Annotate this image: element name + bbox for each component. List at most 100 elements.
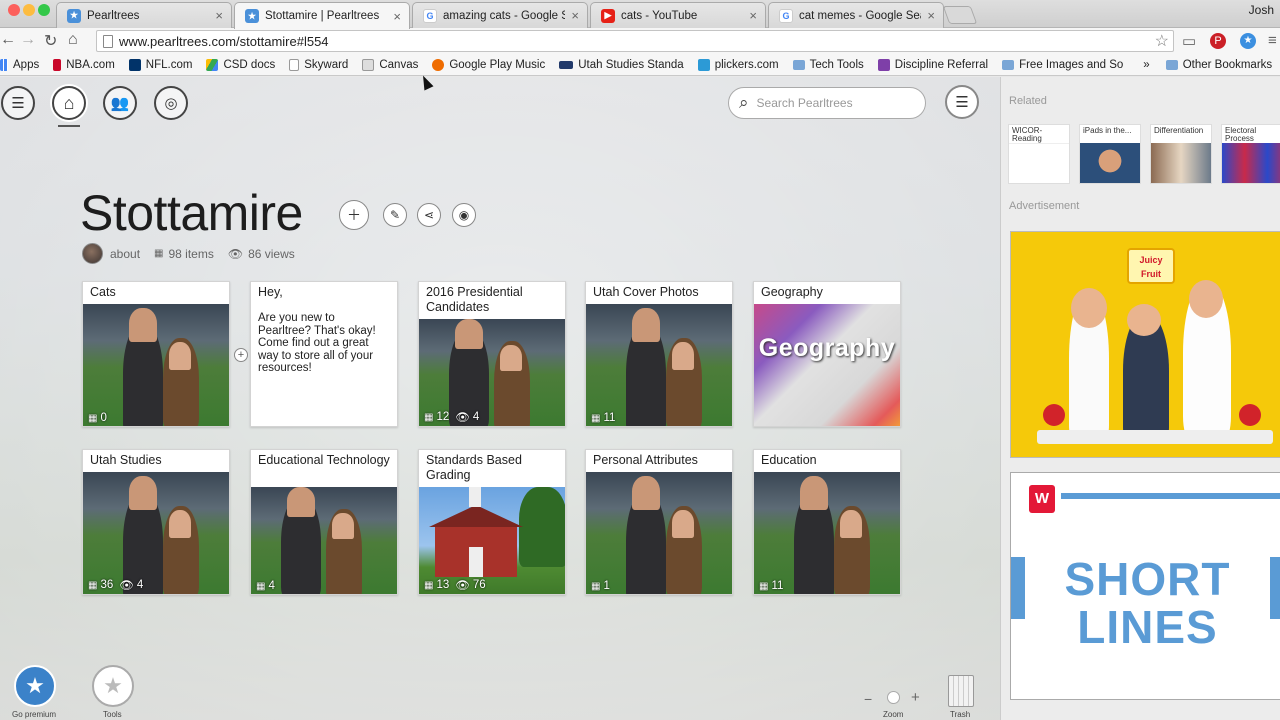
bookmark-label: Discipline Referral (894, 58, 989, 71)
people-button[interactable]: 👥 (103, 86, 137, 120)
go-premium-label: Go premium (12, 710, 57, 719)
list-menu-button[interactable]: ☰ (1, 86, 35, 120)
bookmark-star-icon[interactable]: ☆ (1155, 31, 1169, 51)
add-button[interactable]: ＋ (339, 200, 369, 230)
card-title: Personal Attributes (593, 453, 698, 467)
search-input[interactable]: ⌕ Search Pearltrees (728, 87, 926, 119)
bookmark-free-images[interactable]: Free Images and So (1002, 59, 1123, 71)
home-button[interactable]: ⌂ (52, 86, 86, 120)
page-icon (289, 58, 300, 71)
related-item-ipads[interactable]: iPads in the... (1079, 124, 1141, 184)
zoom-out-icon[interactable]: − (864, 691, 872, 707)
tools-button[interactable]: ★ (92, 665, 134, 707)
broadcast-button[interactable]: ◎ (154, 86, 188, 120)
related-title: Electoral Process (1225, 126, 1257, 143)
ad-logo: Juicy Fruit (1127, 248, 1175, 284)
card-title: Educational Technology (258, 453, 390, 467)
avatar[interactable] (82, 243, 103, 264)
address-bar[interactable]: www.pearltrees.com/stottamire#l554 ☆ (96, 30, 1174, 52)
zoom-in-icon[interactable]: + (911, 689, 920, 706)
menu-icon[interactable]: ≡ (1268, 32, 1277, 49)
bookmark-utah-studies[interactable]: Utah Studies Standa (559, 59, 684, 71)
tab-cat-memes[interactable]: G cat memes - Google Searc × (768, 2, 944, 28)
close-tab-icon[interactable]: × (927, 8, 935, 23)
related-item-wicor[interactable]: WICOR-Reading (1008, 124, 1070, 184)
pearltrees-extension-icon[interactable]: ★ (1240, 33, 1256, 49)
eye-icon: 👁 (455, 412, 470, 424)
collection-card-geography[interactable]: Geography Geography (753, 281, 901, 427)
bookmark-csd-docs[interactable]: CSD docs (206, 58, 275, 71)
forward-arrow-icon[interactable]: → (20, 31, 36, 49)
note-card-hey[interactable]: Hey, Are you new to Pearltree? That's ok… (250, 281, 398, 427)
home-icon[interactable]: ⌂ (68, 31, 78, 49)
collection-card-education[interactable]: Education ▦ 11 (753, 449, 901, 595)
bookmark-label: Tech Tools (809, 58, 864, 71)
close-tab-icon[interactable]: × (215, 8, 223, 23)
about-link[interactable]: about (110, 247, 140, 261)
ad-stripe (1061, 493, 1280, 499)
bookmark-label: Skyward (304, 58, 349, 71)
new-tab-button[interactable] (942, 6, 978, 24)
minimize-window-button[interactable] (23, 4, 35, 16)
bookmark-google-play-music[interactable]: Google Play Music (432, 58, 546, 71)
related-item-electoral[interactable]: Electoral Process (1221, 124, 1280, 184)
profile-name[interactable]: Josh (1249, 3, 1274, 17)
bookmark-discipline-referral[interactable]: Discipline Referral (877, 58, 989, 71)
tab-stottamire[interactable]: ★ Stottamire | Pearltrees × (234, 2, 410, 29)
card-image: ▦ 4 (251, 487, 397, 594)
browser-tab-strip: ★ Pearltrees × ★ Stottamire | Pearltrees… (0, 0, 1280, 29)
advertisement-walgreens[interactable]: W SHORT LINES (1010, 472, 1280, 700)
reload-icon[interactable]: ↻ (44, 31, 57, 51)
close-window-button[interactable] (8, 4, 20, 16)
collection-card-standards-based-grading[interactable]: Standards Based Grading ▦ 13 👁 76 (418, 449, 566, 595)
share-button[interactable]: ⋖ (417, 203, 441, 227)
google-icon: G (423, 8, 437, 23)
item-count: 36 (100, 579, 114, 591)
tab-amazing-cats[interactable]: G amazing cats - Google Sea × (412, 2, 588, 28)
close-tab-icon[interactable]: × (749, 8, 757, 23)
bookmark-nba[interactable]: NBA.com (53, 58, 115, 71)
more-bookmarks-button[interactable]: » (1143, 59, 1149, 71)
bookmark-skyward[interactable]: Skyward (289, 58, 349, 71)
collection-card-presidential[interactable]: 2016 Presidential Candidates ▦ 12 👁 4 (418, 281, 566, 427)
pinterest-icon[interactable]: P (1210, 33, 1226, 49)
collection-card-personal-attributes[interactable]: Personal Attributes ▦ 1 (585, 449, 733, 595)
cake-base (1037, 430, 1273, 444)
bookmark-label: Google Play Music (449, 58, 546, 71)
close-tab-icon[interactable]: × (571, 8, 579, 23)
bookmark-tech-tools[interactable]: Tech Tools (792, 58, 864, 71)
collection-card-utah-studies[interactable]: Utah Studies ▦ 36 👁 4 (82, 449, 230, 595)
card-image: ▦ 11 (754, 472, 900, 594)
maximize-window-button[interactable] (38, 4, 50, 16)
search-placeholder: Search Pearltrees (756, 96, 853, 110)
bookmark-plickers[interactable]: plickers.com (697, 58, 779, 71)
collection-card-utah-cover-photos[interactable]: Utah Cover Photos ▦ 11 (585, 281, 733, 427)
item-count: 12 (436, 411, 450, 423)
bookmark-nfl[interactable]: NFL.com (128, 58, 192, 71)
bookmark-label: Free Images and So (1019, 58, 1124, 71)
bookmark-apps[interactable]: Apps (0, 58, 39, 71)
back-arrow-icon[interactable]: ← (0, 31, 16, 49)
tab-pearltrees[interactable]: ★ Pearltrees × (56, 2, 232, 28)
plickers-icon (697, 58, 710, 71)
insert-plus-button[interactable]: + (234, 348, 248, 362)
collection-card-educational-technology[interactable]: Educational Technology ▦ 4 (250, 449, 398, 595)
bookmark-other[interactable]: Other Bookmarks (1165, 59, 1272, 71)
related-item-differentiation[interactable]: Differentiation (1150, 124, 1212, 184)
browser-toolbar: ← → ↻ ⌂ www.pearltrees.com/stottamire#l5… (0, 28, 1280, 54)
related-title: WICOR-Reading (1012, 126, 1043, 143)
edit-button[interactable]: ✎ (383, 203, 407, 227)
go-premium-button[interactable]: ★ (14, 665, 56, 707)
advertisement-juicy-fruit[interactable]: Juicy Fruit (1010, 231, 1280, 458)
bookmark-canvas[interactable]: Canvas (362, 58, 418, 71)
menu-icon: ☰ (955, 94, 969, 111)
tab-cats-youtube[interactable]: ▶ cats - YouTube × (590, 2, 766, 28)
trash-icon[interactable] (948, 675, 974, 707)
close-tab-icon[interactable]: × (393, 9, 401, 24)
pick-button[interactable]: ◉ (452, 203, 476, 227)
main-menu-button[interactable]: ☰ (945, 85, 979, 119)
search-icon: ⌕ (739, 93, 749, 112)
collection-card-cats[interactable]: Cats ▦ 0 (82, 281, 230, 427)
zoom-slider-handle[interactable] (887, 691, 900, 704)
cast-icon[interactable]: ▭ (1182, 32, 1196, 50)
